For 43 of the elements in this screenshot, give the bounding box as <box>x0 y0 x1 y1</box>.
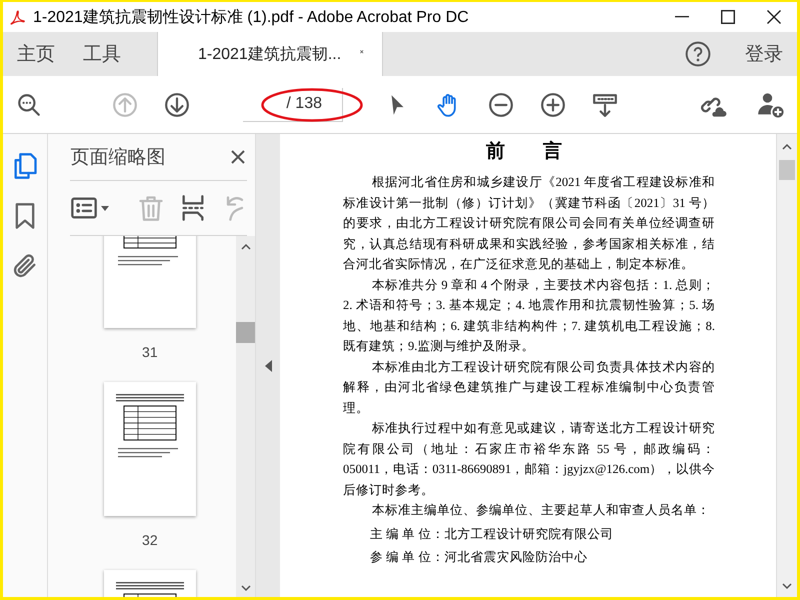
paragraph: 本标准由北方工程设计研究院有限公司负责具体技术内容的解释，由河北省绿色建筑推广与建设工程标准编制中心负责管理。 <box>343 358 715 416</box>
page-thumbnail[interactable] <box>104 382 196 516</box>
minus-circle-icon <box>488 92 514 118</box>
trash-icon <box>137 194 166 222</box>
unit-label: 主 编 单 位： <box>370 526 444 542</box>
ruler-arrow-icon <box>592 92 618 118</box>
scrollbar-thumb[interactable] <box>779 160 795 180</box>
paragraph: 本标准主编单位、参编单位、主要起草人和审查人员名单： <box>370 502 711 519</box>
window-title: 1-2021建筑抗震韧性设计标准 (1).pdf - Adobe Acrobat Pro DC <box>33 8 470 28</box>
page-number: 32 <box>142 532 158 550</box>
paragraph: 标准执行过程中如有意见或建议，请寄送北方工程设计研究院有限公司（地址：石家庄市裕华东路 55 号，邮政编码：050011，电话：0311-86690891，邮箱：jgyjzx@126.com），以供今后修订时参考。 <box>343 420 715 498</box>
down-chevron-icon <box>781 581 793 591</box>
paragraph: 根据河北省住房和城乡建设厅《2021 年度省工程建设标准和标准设计第一批制（修）订计划》（冀建节科函〔2021〕31 号）的要求，由北方工程设计研究院有限公司会同有关单位经调查研究，认真总结现有科研成果和实践经验，参考国家相关标准，结合河北省实际情况，在广泛征求意见的基础上，制定本标准。 <box>343 174 715 273</box>
document-heading: 前 言 <box>485 140 563 164</box>
caret-icon <box>101 206 110 210</box>
up-chevron-icon <box>240 242 252 252</box>
plus-circle-icon <box>540 92 566 118</box>
minimize-icon <box>675 16 689 18</box>
left-triangle-icon <box>264 360 272 372</box>
scrollbar[interactable] <box>776 134 797 597</box>
maximize-icon <box>721 10 735 24</box>
unit-label: 参 编 单 位： <box>370 549 444 566</box>
up-chevron-icon <box>781 142 793 152</box>
scrollbar-thumb[interactable] <box>236 322 256 343</box>
scrollbar[interactable] <box>236 236 256 597</box>
nav-tab[interactable]: 工具 <box>69 32 135 76</box>
document-tab[interactable]: 1-2021建筑抗震韧... <box>157 32 384 76</box>
page-number: 31 <box>142 344 158 362</box>
collapse-handle[interactable] <box>256 134 280 597</box>
sign-in-link[interactable]: 登录 <box>745 41 783 67</box>
unit-name: 河北省震灾风险防治中心 <box>444 549 588 566</box>
down-chevron-icon <box>240 583 252 593</box>
close-icon[interactable] <box>229 148 248 166</box>
panel-title: 页面缩略图 <box>70 146 166 170</box>
unit-name: 北方工程设计研究院有限公司 <box>444 526 614 542</box>
page-number-field[interactable]: / 138 <box>243 88 343 122</box>
help-icon[interactable] <box>685 41 711 67</box>
magnifier-icon <box>16 92 42 118</box>
user-plus-icon <box>757 90 785 118</box>
paragraph: 本标准共分 9 章和 4 个附录，主要技术内容包括：1. 总则；2. 术语和符号；3. 基本规定；4. 地震作用和抗震韧性验算；5. 场地、地基和结构；6. 建筑非结构构件；7. 建筑机电工程设施；8. 既有建筑；9.监测与维护及附录。 <box>343 276 715 355</box>
close-icon <box>767 10 781 24</box>
pdf-logo-icon <box>9 8 27 26</box>
nav-tab[interactable]: 主页 <box>3 32 69 76</box>
